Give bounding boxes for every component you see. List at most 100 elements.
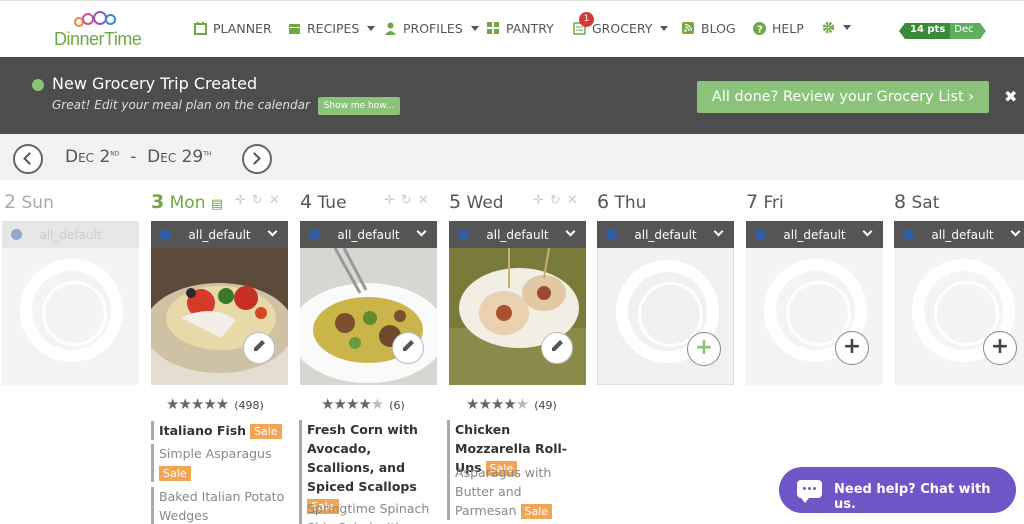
meal-card-fri[interactable]: all_default + xyxy=(746,221,883,385)
edit-meal-button[interactable] xyxy=(541,332,573,364)
day-number: 8 xyxy=(894,191,907,213)
meal-card-wed[interactable]: all_default xyxy=(449,221,586,385)
close-icon[interactable]: ✕ xyxy=(269,193,286,208)
question-circle-icon: ? xyxy=(753,22,766,36)
settings-menu[interactable] xyxy=(822,21,851,34)
star-rating-icon: ★★★★★ xyxy=(166,395,229,413)
profile-select[interactable]: all_default xyxy=(746,221,883,248)
profile-select[interactable]: all_default xyxy=(2,221,139,248)
recipe-side-mon[interactable]: Simple Asparagus Sale xyxy=(151,444,287,482)
points-value: 14 pts xyxy=(905,23,951,39)
chevron-left-icon xyxy=(23,152,36,165)
meal-photo[interactable] xyxy=(151,248,288,385)
nav-help[interactable]: ? HELP xyxy=(753,21,804,36)
rating-mon[interactable]: ★★★★★ (498) xyxy=(166,395,264,413)
nav-blog[interactable]: BLOG xyxy=(682,21,736,36)
day-header-thu: 6 Thu xyxy=(597,191,646,213)
notification-banner: New Grocery Trip Created Great! Edit you… xyxy=(0,57,1024,134)
date-range-label: Dec 2nd - Dec 29th xyxy=(65,147,211,167)
close-icon[interactable]: ✖ xyxy=(1004,87,1017,106)
chat-help-button[interactable]: Need help? Chat with us. xyxy=(779,467,1016,513)
chevron-down-icon xyxy=(470,26,479,31)
day-number: 3 xyxy=(151,191,165,213)
recipe-side-wed[interactable]: Asparagus with Butter and Parmesan Sale xyxy=(447,463,557,520)
pencil-icon xyxy=(400,338,416,358)
day-header-wed: 5 Wed ✛↻✕ xyxy=(449,191,578,213)
profile-select[interactable]: all_default xyxy=(300,221,437,248)
profile-select[interactable]: all_default xyxy=(151,221,288,248)
range-end-suffix: th xyxy=(203,148,212,159)
grocery-count-badge: 1 xyxy=(579,12,594,27)
profile-select[interactable]: all_default xyxy=(449,221,586,248)
move-icon[interactable]: ✛ xyxy=(533,193,550,208)
nav-profiles[interactable]: PROFILES xyxy=(384,21,479,36)
meal-card-mon[interactable]: all_default xyxy=(151,221,288,385)
rating-wed[interactable]: ★★★★★ (49) xyxy=(466,395,557,413)
nav-blog-label: BLOG xyxy=(701,21,736,36)
rating-tue[interactable]: ★★★★★ (6) xyxy=(321,395,405,413)
profile-select[interactable]: all_default xyxy=(894,221,1024,248)
day-name: Mon xyxy=(169,193,206,213)
nav-recipes-label: RECIPES xyxy=(307,21,360,36)
recipe-name: Springtime Spinach Side Salad with xyxy=(307,501,430,524)
meal-card-tue[interactable]: all_default xyxy=(300,221,437,385)
chevron-down-icon xyxy=(367,26,376,31)
show-me-how-button[interactable]: Show me how... xyxy=(318,97,400,115)
nav-planner[interactable]: PLANNER xyxy=(194,21,272,36)
move-icon[interactable]: ✛ xyxy=(384,193,401,208)
review-grocery-list-button[interactable]: All done? Review your Grocery List › xyxy=(697,81,989,113)
points-badge[interactable]: 14 pts Dec xyxy=(899,23,986,39)
day-number: 7 xyxy=(746,191,759,213)
recipe-side-tue[interactable]: Springtime Spinach Side Salad with xyxy=(299,499,439,524)
meal-card-sun[interactable]: all_default xyxy=(2,221,139,385)
refresh-icon[interactable]: ↻ xyxy=(401,193,418,208)
profile-label: all_default xyxy=(39,228,102,242)
nav-grocery[interactable]: 1 GROCERY xyxy=(573,12,669,36)
move-icon[interactable]: ✛ xyxy=(235,193,252,208)
edit-meal-button[interactable] xyxy=(243,332,275,364)
nav-planner-label: PLANNER xyxy=(213,21,272,36)
rating-count: (49) xyxy=(534,399,557,412)
grocery-list-icon[interactable]: ▤ xyxy=(211,197,223,212)
day-tools: ✛↻✕ xyxy=(384,193,435,208)
next-range-button[interactable] xyxy=(242,144,272,174)
meal-card-sat[interactable]: all_default + xyxy=(894,221,1024,385)
meal-photo[interactable] xyxy=(300,248,437,385)
recipe-name: Italiano Fish xyxy=(159,423,247,438)
rating-count: (6) xyxy=(389,399,405,412)
add-meal-button[interactable]: + xyxy=(687,332,721,366)
day-tools: ✛↻✕ xyxy=(235,193,286,208)
refresh-icon[interactable]: ↻ xyxy=(550,193,567,208)
points-month: Dec xyxy=(950,23,980,39)
logo-circles-icon xyxy=(68,11,138,31)
add-meal-button[interactable]: + xyxy=(983,331,1017,365)
profile-select[interactable]: all_default xyxy=(597,221,734,248)
rss-icon xyxy=(682,22,695,35)
previous-range-button[interactable] xyxy=(13,144,43,174)
day-header-mon: 3 Mon ▤ ✛↻✕ xyxy=(151,191,280,213)
meal-photo[interactable] xyxy=(449,248,586,385)
day-name: Tue xyxy=(317,193,347,213)
grid-icon xyxy=(487,22,500,35)
day-header-sat: 8 Sat xyxy=(894,191,939,213)
day-number: 5 xyxy=(449,191,462,213)
pencil-icon xyxy=(549,338,565,358)
day-name: Thu xyxy=(614,193,647,213)
status-dot-icon xyxy=(32,79,44,91)
nav-pantry-label: PANTRY xyxy=(506,21,554,36)
nav-recipes[interactable]: RECIPES xyxy=(288,21,376,36)
close-icon[interactable]: ✕ xyxy=(418,193,435,208)
close-icon[interactable]: ✕ xyxy=(567,193,584,208)
edit-meal-button[interactable] xyxy=(392,332,424,364)
plus-icon: + xyxy=(842,334,862,359)
add-meal-button[interactable]: + xyxy=(835,331,869,365)
person-icon xyxy=(384,22,397,35)
recipe-main-mon[interactable]: Italiano Fish Sale xyxy=(151,421,287,440)
dinnertime-logo[interactable]: DinnerTime xyxy=(54,11,144,51)
refresh-icon[interactable]: ↻ xyxy=(252,193,269,208)
nav-help-label: HELP xyxy=(772,21,804,36)
banner-subtitle: Great! Edit your meal plan on the calend… xyxy=(52,98,310,112)
nav-pantry[interactable]: PANTRY xyxy=(487,21,554,36)
recipe-side-mon[interactable]: Baked Italian Potato Wedges xyxy=(151,487,287,524)
meal-card-thu[interactable]: all_default + xyxy=(597,221,734,385)
